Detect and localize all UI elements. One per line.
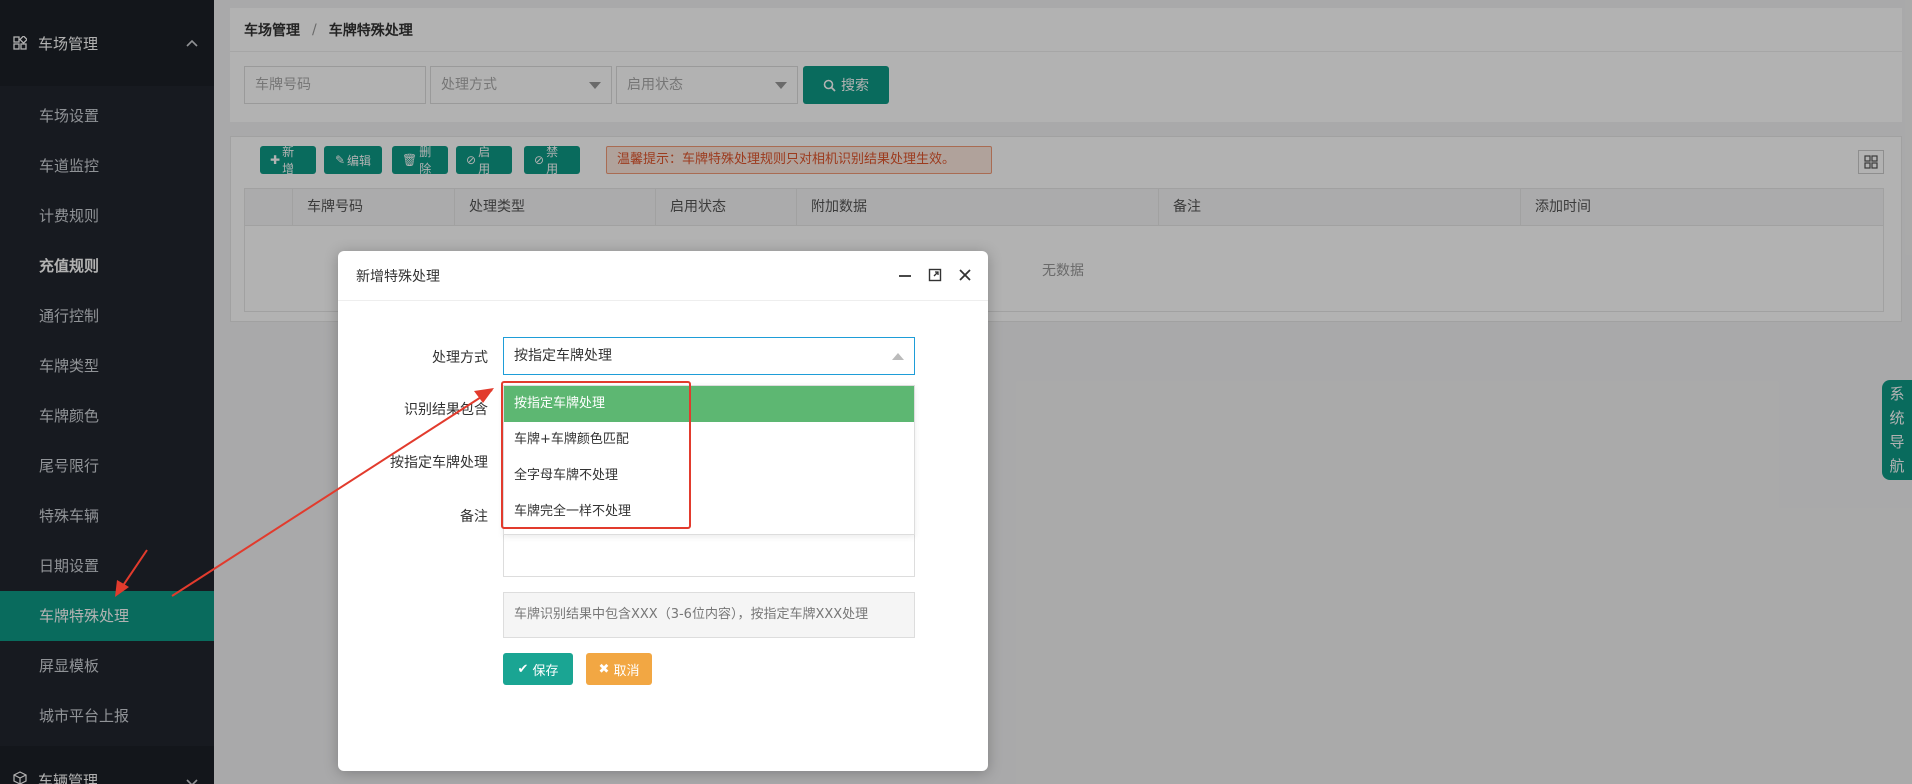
plate-field-label: 按指定车牌处理: [390, 455, 488, 471]
mode-field-label: 处理方式: [432, 350, 488, 366]
cancel-button[interactable]: ✖ 取消: [586, 653, 652, 685]
minimize-icon[interactable]: [896, 265, 914, 285]
caret-up-icon: [892, 353, 904, 360]
cancel-label: 取消: [613, 663, 640, 679]
save-label: 保存: [532, 663, 559, 679]
mode-select-value: 按指定车牌处理: [514, 348, 612, 364]
mode-select-open[interactable]: 按指定车牌处理: [503, 337, 915, 375]
annotation-highlight-box: [501, 381, 691, 529]
dialog-title: 新增特殊处理: [356, 268, 440, 285]
maximize-icon[interactable]: [926, 265, 944, 285]
remark-field-label: 备注: [460, 509, 488, 525]
contains-field-label: 识别结果包含: [404, 402, 488, 418]
save-button[interactable]: ✔ 保存: [503, 653, 573, 685]
close-icon[interactable]: [956, 265, 974, 285]
close-icon: ✖: [598, 661, 610, 677]
check-icon: ✔: [517, 661, 529, 677]
remark-field[interactable]: [503, 533, 915, 577]
hint-field: 车牌识别结果中包含XXX（3-6位内容），按指定车牌XXX处理: [503, 592, 915, 638]
dialog-header: 新增特殊处理: [338, 251, 988, 301]
